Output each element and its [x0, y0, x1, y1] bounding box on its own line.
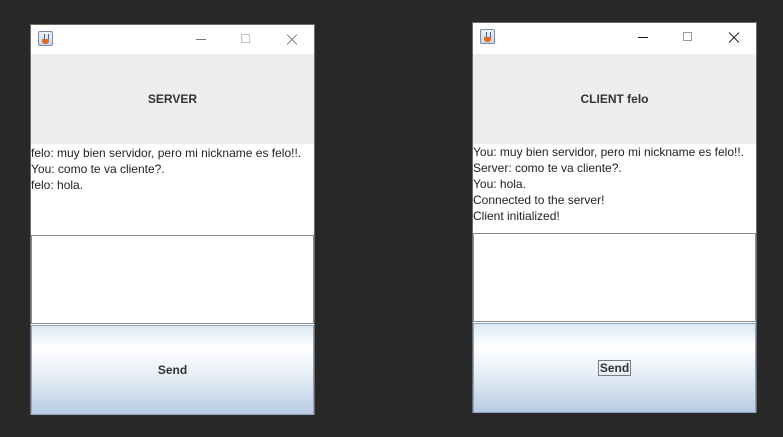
client-header-label: CLIENT felo — [473, 54, 756, 144]
client-title-bar[interactable] — [473, 23, 756, 52]
close-icon[interactable] — [711, 23, 755, 52]
chat-line: Connected to the server! — [473, 193, 605, 207]
server-window: SERVER felo: muy bien servidor, pero mi … — [30, 24, 315, 415]
send-button-label: Send — [597, 360, 632, 376]
java-cup-icon — [38, 31, 53, 46]
page-title: SERVER — [147, 92, 198, 106]
java-cup-icon — [480, 29, 495, 44]
minimize-icon[interactable] — [621, 23, 665, 52]
chat-line: Client initialized! — [473, 209, 560, 223]
chat-line: felo: muy bien servidor, pero mi nicknam… — [31, 146, 302, 160]
server-send-button[interactable]: Send — [31, 325, 314, 415]
chat-line: felo: hola. — [31, 178, 84, 192]
maximize-icon[interactable] — [224, 25, 268, 54]
client-send-button[interactable]: Send — [473, 323, 756, 413]
server-header-label: SERVER — [31, 54, 314, 144]
close-icon[interactable] — [269, 25, 313, 54]
chat-line: You: muy bien servidor, pero mi nickname… — [473, 145, 745, 159]
minimize-icon[interactable] — [179, 25, 223, 54]
server-title-bar[interactable] — [31, 25, 314, 54]
client-chat-log: You: muy bien servidor, pero mi nickname… — [473, 144, 756, 233]
maximize-icon[interactable] — [666, 23, 710, 52]
chat-line: You: como te va cliente?. — [31, 162, 165, 176]
server-chat-log: felo: muy bien servidor, pero mi nicknam… — [31, 145, 314, 235]
chat-line: You: hola. — [473, 177, 526, 191]
page-title: CLIENT felo — [580, 92, 649, 106]
send-button-label: Send — [157, 363, 188, 377]
client-window: CLIENT felo You: muy bien servidor, pero… — [472, 22, 757, 413]
server-message-input[interactable] — [31, 235, 314, 324]
chat-line: Server: como te va cliente?. — [473, 161, 622, 175]
client-message-input[interactable] — [473, 233, 756, 322]
